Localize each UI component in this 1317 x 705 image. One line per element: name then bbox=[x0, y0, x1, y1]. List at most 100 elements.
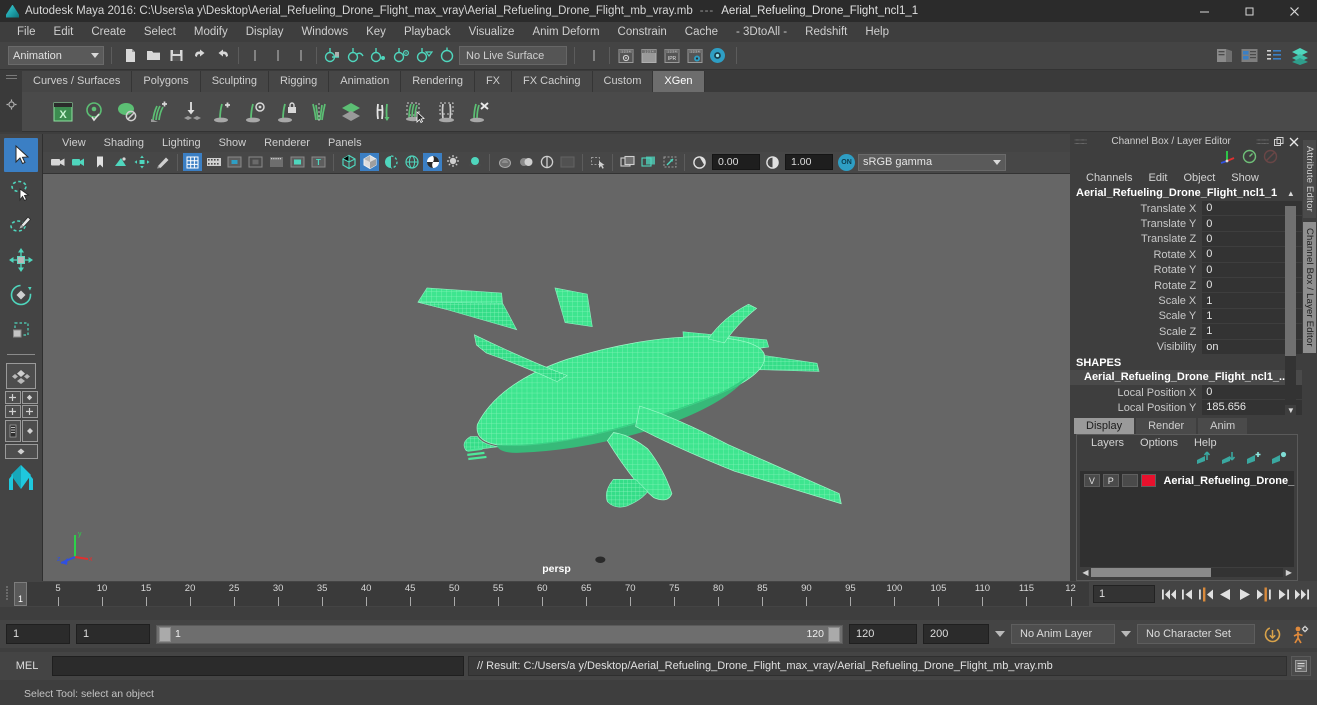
channel-row-local-position-y[interactable]: Local Position Y 185.656 bbox=[1070, 400, 1303, 416]
go-to-end-icon[interactable] bbox=[1292, 584, 1311, 604]
menu-windows[interactable]: Windows bbox=[292, 23, 357, 41]
layer-color-swatch[interactable] bbox=[1140, 474, 1157, 487]
exposure-display-icon[interactable] bbox=[288, 153, 307, 171]
menu-help[interactable]: Help bbox=[856, 23, 898, 41]
shelf-tab-xgen[interactable]: XGen bbox=[653, 71, 705, 92]
menu-file[interactable]: File bbox=[8, 23, 45, 41]
snap-to-view-plane-icon[interactable] bbox=[414, 45, 435, 66]
close-button[interactable] bbox=[1272, 0, 1317, 22]
render-view-icon[interactable]: 1 2 3 4 bbox=[615, 45, 636, 66]
menu-modify[interactable]: Modify bbox=[185, 23, 237, 41]
menu-constrain[interactable]: Constrain bbox=[609, 23, 676, 41]
channels-menu[interactable]: Channels bbox=[1078, 172, 1140, 184]
layer-list[interactable]: V P Aerial_Refueling_Drone_ ◀ ▶ bbox=[1080, 471, 1295, 578]
step-forward-frame-icon[interactable] bbox=[1254, 584, 1273, 604]
animation-start-field[interactable]: 1 bbox=[6, 624, 70, 644]
tab-render-layers[interactable]: Render bbox=[1136, 418, 1197, 434]
character-set-dropdown-arrow[interactable] bbox=[1121, 631, 1131, 637]
panel-grip-icon[interactable]: :::::::::: bbox=[1070, 137, 1090, 146]
xgen-delete-guide-icon[interactable] bbox=[464, 97, 494, 127]
snap-to-point-icon[interactable] bbox=[368, 45, 389, 66]
range-end-field[interactable]: 120 bbox=[849, 624, 917, 644]
menu-create[interactable]: Create bbox=[82, 23, 135, 41]
ipr-render-icon[interactable]: 1 2 3 4 IPR bbox=[661, 45, 682, 66]
ambient-occlusion-icon[interactable] bbox=[465, 153, 484, 171]
go-to-start-icon[interactable] bbox=[1159, 584, 1178, 604]
range-slider-track[interactable]: 1 120 bbox=[156, 624, 843, 644]
step-forward-keyframe-icon[interactable] bbox=[1273, 584, 1292, 604]
viewport-snapshot-icon[interactable] bbox=[618, 153, 637, 171]
status-bar-collapse-icon[interactable] bbox=[583, 45, 604, 66]
move-tool[interactable] bbox=[4, 243, 38, 277]
viewport-snapshot-teal-icon[interactable] bbox=[639, 153, 658, 171]
wireframe-shading-icon[interactable] bbox=[339, 153, 358, 171]
shelf-tab-rendering[interactable]: Rendering bbox=[401, 71, 475, 92]
character-set-selector[interactable]: No Character Set bbox=[1137, 624, 1255, 644]
move-layer-down-icon[interactable] bbox=[1221, 451, 1237, 469]
range-end-handle[interactable] bbox=[828, 626, 840, 642]
channel-row-rotate-x[interactable]: Rotate X 0 bbox=[1070, 247, 1303, 263]
exposure-field[interactable]: 0.00 bbox=[712, 154, 760, 171]
scroll-track[interactable] bbox=[1091, 568, 1284, 577]
auto-keyframe-icon[interactable] bbox=[1261, 623, 1283, 645]
channel-box-attribute-list[interactable]: Aerial_Refueling_Drone_Flight_ncl1_1 Tra… bbox=[1070, 186, 1303, 417]
undo-icon[interactable] bbox=[189, 45, 210, 66]
channel-box-scroll-thumb[interactable] bbox=[1285, 206, 1297, 356]
time-slider[interactable]: 1 5 10 15 20 25 30 35 40 45 50 55 60 65 70 75 80 85 90 95 1… bbox=[14, 582, 1089, 606]
scroll-thumb[interactable] bbox=[1091, 568, 1211, 577]
single-pane-layout[interactable] bbox=[4, 363, 38, 389]
mel-command-input[interactable] bbox=[52, 656, 464, 676]
channel-row-rotate-z[interactable]: Rotate Z 0 bbox=[1070, 277, 1303, 294]
gamma-toggle-icon[interactable] bbox=[763, 153, 782, 171]
hypershade-icon[interactable] bbox=[707, 45, 728, 66]
layer-playback-toggle[interactable]: P bbox=[1102, 474, 1119, 487]
menu-select[interactable]: Select bbox=[135, 23, 185, 41]
persp-graph-layout[interactable] bbox=[4, 444, 38, 459]
xgen-place-guide-icon[interactable] bbox=[176, 97, 206, 127]
snap-to-curve-icon[interactable] bbox=[345, 45, 366, 66]
channel-row-rotate-y[interactable]: Rotate Y 0 bbox=[1070, 262, 1303, 278]
snap-to-projected-center-icon[interactable] bbox=[391, 45, 412, 66]
film-gate-icon[interactable] bbox=[204, 153, 223, 171]
xray-joints-icon[interactable] bbox=[516, 153, 535, 171]
isolate-select-icon[interactable] bbox=[588, 153, 607, 171]
shelf-tab-polygons[interactable]: Polygons bbox=[132, 71, 201, 92]
menu-cache[interactable]: Cache bbox=[676, 23, 727, 41]
viewport-menu-lighting[interactable]: Lighting bbox=[153, 136, 210, 150]
sidebar-layer-editor-icon[interactable] bbox=[1289, 45, 1310, 66]
xgen-layers-icon[interactable] bbox=[336, 97, 366, 127]
xray-active-components-icon[interactable] bbox=[537, 153, 556, 171]
animation-end-field[interactable]: 200 bbox=[923, 624, 989, 644]
shelf-tab-animation[interactable]: Animation bbox=[329, 71, 402, 92]
range-start-handle[interactable] bbox=[159, 626, 171, 642]
sidebar-attribute-editor-icon[interactable] bbox=[1214, 45, 1235, 66]
shelf-options-icon[interactable] bbox=[6, 97, 17, 115]
channel-box-scroll-down-arrow[interactable]: ▼ bbox=[1285, 405, 1297, 416]
speed-meter-icon[interactable] bbox=[1242, 149, 1257, 169]
layer-list-horizontal-scrollbar[interactable]: ◀ ▶ bbox=[1080, 567, 1295, 578]
viewport-menu-view[interactable]: View bbox=[53, 136, 95, 150]
manipulator-axes-icon[interactable] bbox=[1219, 149, 1236, 169]
texture-display-icon[interactable] bbox=[402, 153, 421, 171]
grease-pencil-icon[interactable] bbox=[153, 153, 172, 171]
current-time-indicator[interactable]: 1 bbox=[14, 582, 27, 606]
mel-label[interactable]: MEL bbox=[6, 660, 48, 672]
move-layer-up-icon[interactable] bbox=[1196, 451, 1212, 469]
render-settings-icon[interactable]: 1 2 3 4 bbox=[684, 45, 705, 66]
play-forwards-icon[interactable] bbox=[1235, 584, 1254, 604]
shelf-tab-rigging[interactable]: Rigging bbox=[268, 71, 330, 92]
shape-node-name[interactable]: Aerial_Refueling_Drone_Flight_ncl1_... bbox=[1070, 369, 1303, 385]
select-by-object-icon[interactable] bbox=[267, 45, 288, 66]
exposure-toggle-icon[interactable] bbox=[690, 153, 709, 171]
animation-preferences-icon[interactable] bbox=[1289, 623, 1311, 645]
live-surface-field[interactable]: No Live Surface bbox=[459, 46, 567, 65]
render-current-frame-icon[interactable]: 1 2 3 4 bbox=[638, 45, 659, 66]
save-scene-icon[interactable] bbox=[166, 45, 187, 66]
panel-grip-icon-right[interactable]: :::::::::: bbox=[1252, 137, 1272, 146]
persp-outliner-layout[interactable] bbox=[4, 420, 38, 442]
xgen-preview-icon[interactable] bbox=[80, 97, 110, 127]
shade-wireframe-icon[interactable] bbox=[381, 153, 400, 171]
menu-redshift[interactable]: Redshift bbox=[796, 23, 856, 41]
snap-to-grid-icon[interactable] bbox=[322, 45, 343, 66]
two-d-pan-zoom-icon[interactable] bbox=[132, 153, 151, 171]
